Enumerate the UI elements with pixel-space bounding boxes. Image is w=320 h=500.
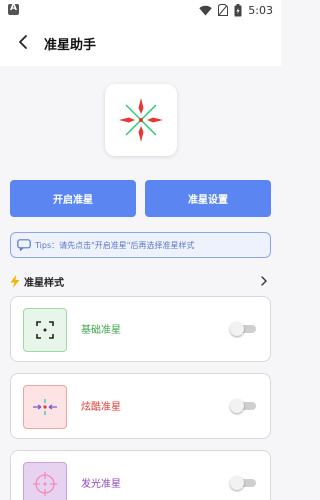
crosshair-settings-button[interactable]: 准星设置 [145,180,271,217]
arrows-crosshair-icon [33,399,57,415]
chat-bubble-icon [17,239,31,251]
start-crosshair-button[interactable]: 开启准星 [10,180,136,217]
style-card-cool[interactable]: 炫酷准星 [10,373,271,439]
battery-icon [234,3,242,16]
tips-banner: Tips：请先点击"开启准星"后再选择准星样式 [10,232,271,258]
page-title: 准星助手 [44,38,97,53]
clock: 5:03 [248,3,273,17]
crosshair-icon [119,98,163,142]
section-title: 准星样式 [24,277,64,289]
back-arrow-icon[interactable] [14,32,34,52]
crosshair-styles-header: 准星样式 [10,272,271,290]
basic-crosshair-thumbnail [23,308,67,352]
crosshair-preview [105,84,177,156]
app-notification-icon [8,3,19,15]
status-icons: 5:03 [199,3,273,17]
style-card-basic[interactable]: 基础准星 [10,296,271,362]
style-label: 基础准星 [81,325,121,336]
glow-crosshair-icon [33,472,57,496]
chevron-right-icon[interactable] [259,275,269,287]
style-card-glow[interactable]: 发光准星 [10,450,271,500]
style-toggle[interactable] [230,322,256,336]
cool-crosshair-thumbnail [23,385,67,429]
style-toggle[interactable] [230,476,256,490]
style-label: 炫酷准星 [81,402,121,413]
lightning-icon [10,274,20,288]
focus-brackets-icon [36,321,54,339]
style-label: 发光准星 [81,479,121,490]
app-header: 准星助手 [0,20,281,66]
status-bar: 5:03 [0,0,281,20]
glow-crosshair-thumbnail [23,462,67,500]
wifi-icon [199,5,212,15]
style-toggle[interactable] [230,399,256,413]
tips-text: Tips：请先点击"开启准星"后再选择准星样式 [35,240,195,250]
no-sim-icon [218,4,229,16]
